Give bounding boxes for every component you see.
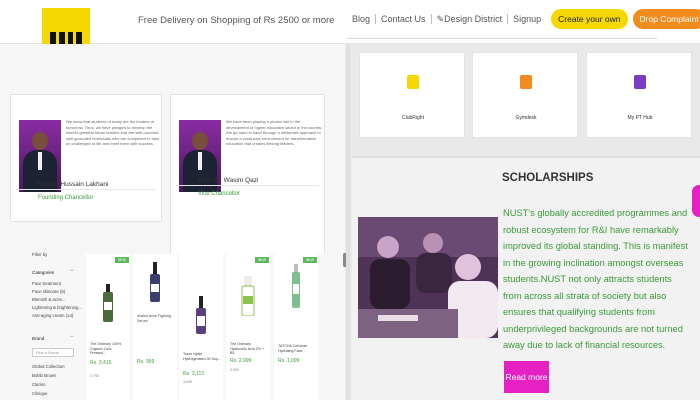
top-header: Free Delivery on Shopping of Rs 2500 or … xyxy=(0,0,700,44)
collapse-icon[interactable]: − xyxy=(70,334,74,340)
filter-category-item[interactable]: Face skincare (5) xyxy=(32,289,65,294)
scholarships-title: SCHOLARSHIPS xyxy=(502,172,594,184)
product-price: Rs. 999 xyxy=(137,359,155,365)
product-card[interactable]: Avalon Acne Fighting Serum Rs. 999 xyxy=(133,254,177,400)
nav-link-design-district[interactable]: ✎Design District xyxy=(432,14,509,24)
product-old-price: 3,999 xyxy=(230,368,239,372)
product-image xyxy=(150,262,160,302)
filter-category-title[interactable]: Categories xyxy=(32,270,54,275)
header-divider xyxy=(347,38,657,39)
brand-search-input[interactable]: Find a Brand xyxy=(32,348,74,357)
filter-category-item[interactable]: Blemish & acne... xyxy=(32,297,65,302)
product-title[interactable]: The Ordinary Hyaluronic Acid 2% + B5 xyxy=(230,342,268,356)
partner-tile-gymdesk[interactable]: Gymdesk xyxy=(472,52,578,138)
partner-tile-label: ClubRight xyxy=(402,115,424,121)
filter-sidebar: Filter by Categories − Face treatment Fa… xyxy=(28,252,82,400)
new-badge: NEW xyxy=(302,257,317,263)
partner-tile-clubright[interactable]: ClubRight xyxy=(359,52,465,138)
delivery-note: Free Delivery on Shopping of Rs 2500 or … xyxy=(138,15,335,26)
product-title[interactable]: Avalon Acne Fighting Serum xyxy=(137,314,175,323)
chancellor-name: Hunaid Hussain Lakhani xyxy=(38,181,109,188)
new-badge: NEW xyxy=(254,257,269,263)
nav-link-contact[interactable]: Contact Us xyxy=(376,14,432,24)
product-price: Rs. 1,099 xyxy=(278,358,300,364)
product-image xyxy=(292,264,300,308)
filter-brand-item[interactable]: Clarins xyxy=(32,382,45,387)
filter-brand-title[interactable]: Brand xyxy=(32,336,44,341)
product-card[interactable]: NEW The Ordinary 100% Organic Cold-Press… xyxy=(86,254,130,400)
product-listing: Filter by Categories − Face treatment Fa… xyxy=(0,252,345,400)
scholarships-section: SCHOLARSHIPS NUST's globally accredited … xyxy=(352,156,700,400)
vice-chancellor-name: Prof. Dr. Wasim Qazi xyxy=(198,177,259,184)
product-image xyxy=(196,296,206,334)
site-logo[interactable] xyxy=(42,8,90,44)
vice-chancellor-role: Vice Chancellor xyxy=(198,191,240,197)
product-card[interactable]: Trans Hyalu Hydrogenated 30 Sup... Rs. 3… xyxy=(179,254,223,400)
brush-icon: ✎ xyxy=(436,14,445,24)
product-title[interactable]: The Ordinary 100% Organic Cold-Pressed..… xyxy=(90,342,128,356)
card-divider xyxy=(16,189,156,190)
product-image xyxy=(241,276,255,316)
clubright-icon xyxy=(407,75,419,89)
drop-complaint-button[interactable]: Drop Complaint xyxy=(632,9,700,29)
filter-sort-label: Filter by xyxy=(32,252,48,257)
product-price: Rs. 3,415 xyxy=(90,360,112,366)
partner-tile-mypthub[interactable]: My PT Hub xyxy=(586,52,692,138)
filter-brand-item[interactable]: Clinique xyxy=(32,391,48,396)
chancellor-role: Founding Chancellor xyxy=(38,195,94,201)
partner-tile-label: Gymdesk xyxy=(515,115,537,121)
gymdesk-icon xyxy=(520,75,532,89)
students-photo xyxy=(358,217,498,338)
product-title[interactable]: TATCHA Cellulose Hydrating Face... xyxy=(278,344,316,353)
product-price: Rs. 3,113 xyxy=(183,371,205,377)
filter-category-item[interactable]: Face treatment xyxy=(32,281,61,286)
product-title[interactable]: Trans Hyalu Hydrogenated 30 Sup... xyxy=(183,352,221,361)
vice-chancellor-message: We have been playing a pivotal role in t… xyxy=(226,119,322,146)
product-price: Rs. 2,999 xyxy=(230,358,252,364)
header-nav: Blog Contact Us ✎Design District Signup … xyxy=(347,9,700,29)
new-badge: NEW xyxy=(114,257,129,263)
product-old-price: 3,798 xyxy=(90,374,99,378)
card-divider xyxy=(176,185,319,186)
leadership-section: We know that students of today are the l… xyxy=(0,44,345,284)
nav-link-blog[interactable]: Blog xyxy=(347,14,377,24)
product-old-price: 3,998 xyxy=(183,380,192,384)
product-card[interactable]: NEW TATCHA Cellulose Hydrating Face... R… xyxy=(274,254,318,400)
filter-category-item[interactable]: Lightening & brightening... xyxy=(32,305,82,310)
collapse-icon[interactable]: − xyxy=(70,268,74,274)
product-image xyxy=(103,284,113,322)
product-card[interactable]: NEW The Ordinary Hyaluronic Acid 2% + B5… xyxy=(226,254,270,400)
filter-category-item[interactable]: Anti-aging cream (14) xyxy=(32,313,73,318)
chancellor-message: We know that students of today are the l… xyxy=(66,119,160,146)
side-chat-tab[interactable] xyxy=(692,185,700,217)
chancellor-card: We know that students of today are the l… xyxy=(10,94,162,222)
filter-brand-item[interactable]: Global Collection xyxy=(32,364,64,369)
partner-tile-label: My PT Hub xyxy=(627,115,653,121)
create-your-own-button[interactable]: Create your own xyxy=(551,9,628,29)
filter-brand-item[interactable]: Bobbi Brown xyxy=(32,373,56,378)
scholarships-description: NUST's globally accredited programmes an… xyxy=(503,208,688,350)
nav-link-signup[interactable]: Signup xyxy=(508,14,546,24)
read-more-button[interactable]: Read more xyxy=(504,361,549,393)
mypthub-icon xyxy=(634,75,646,89)
